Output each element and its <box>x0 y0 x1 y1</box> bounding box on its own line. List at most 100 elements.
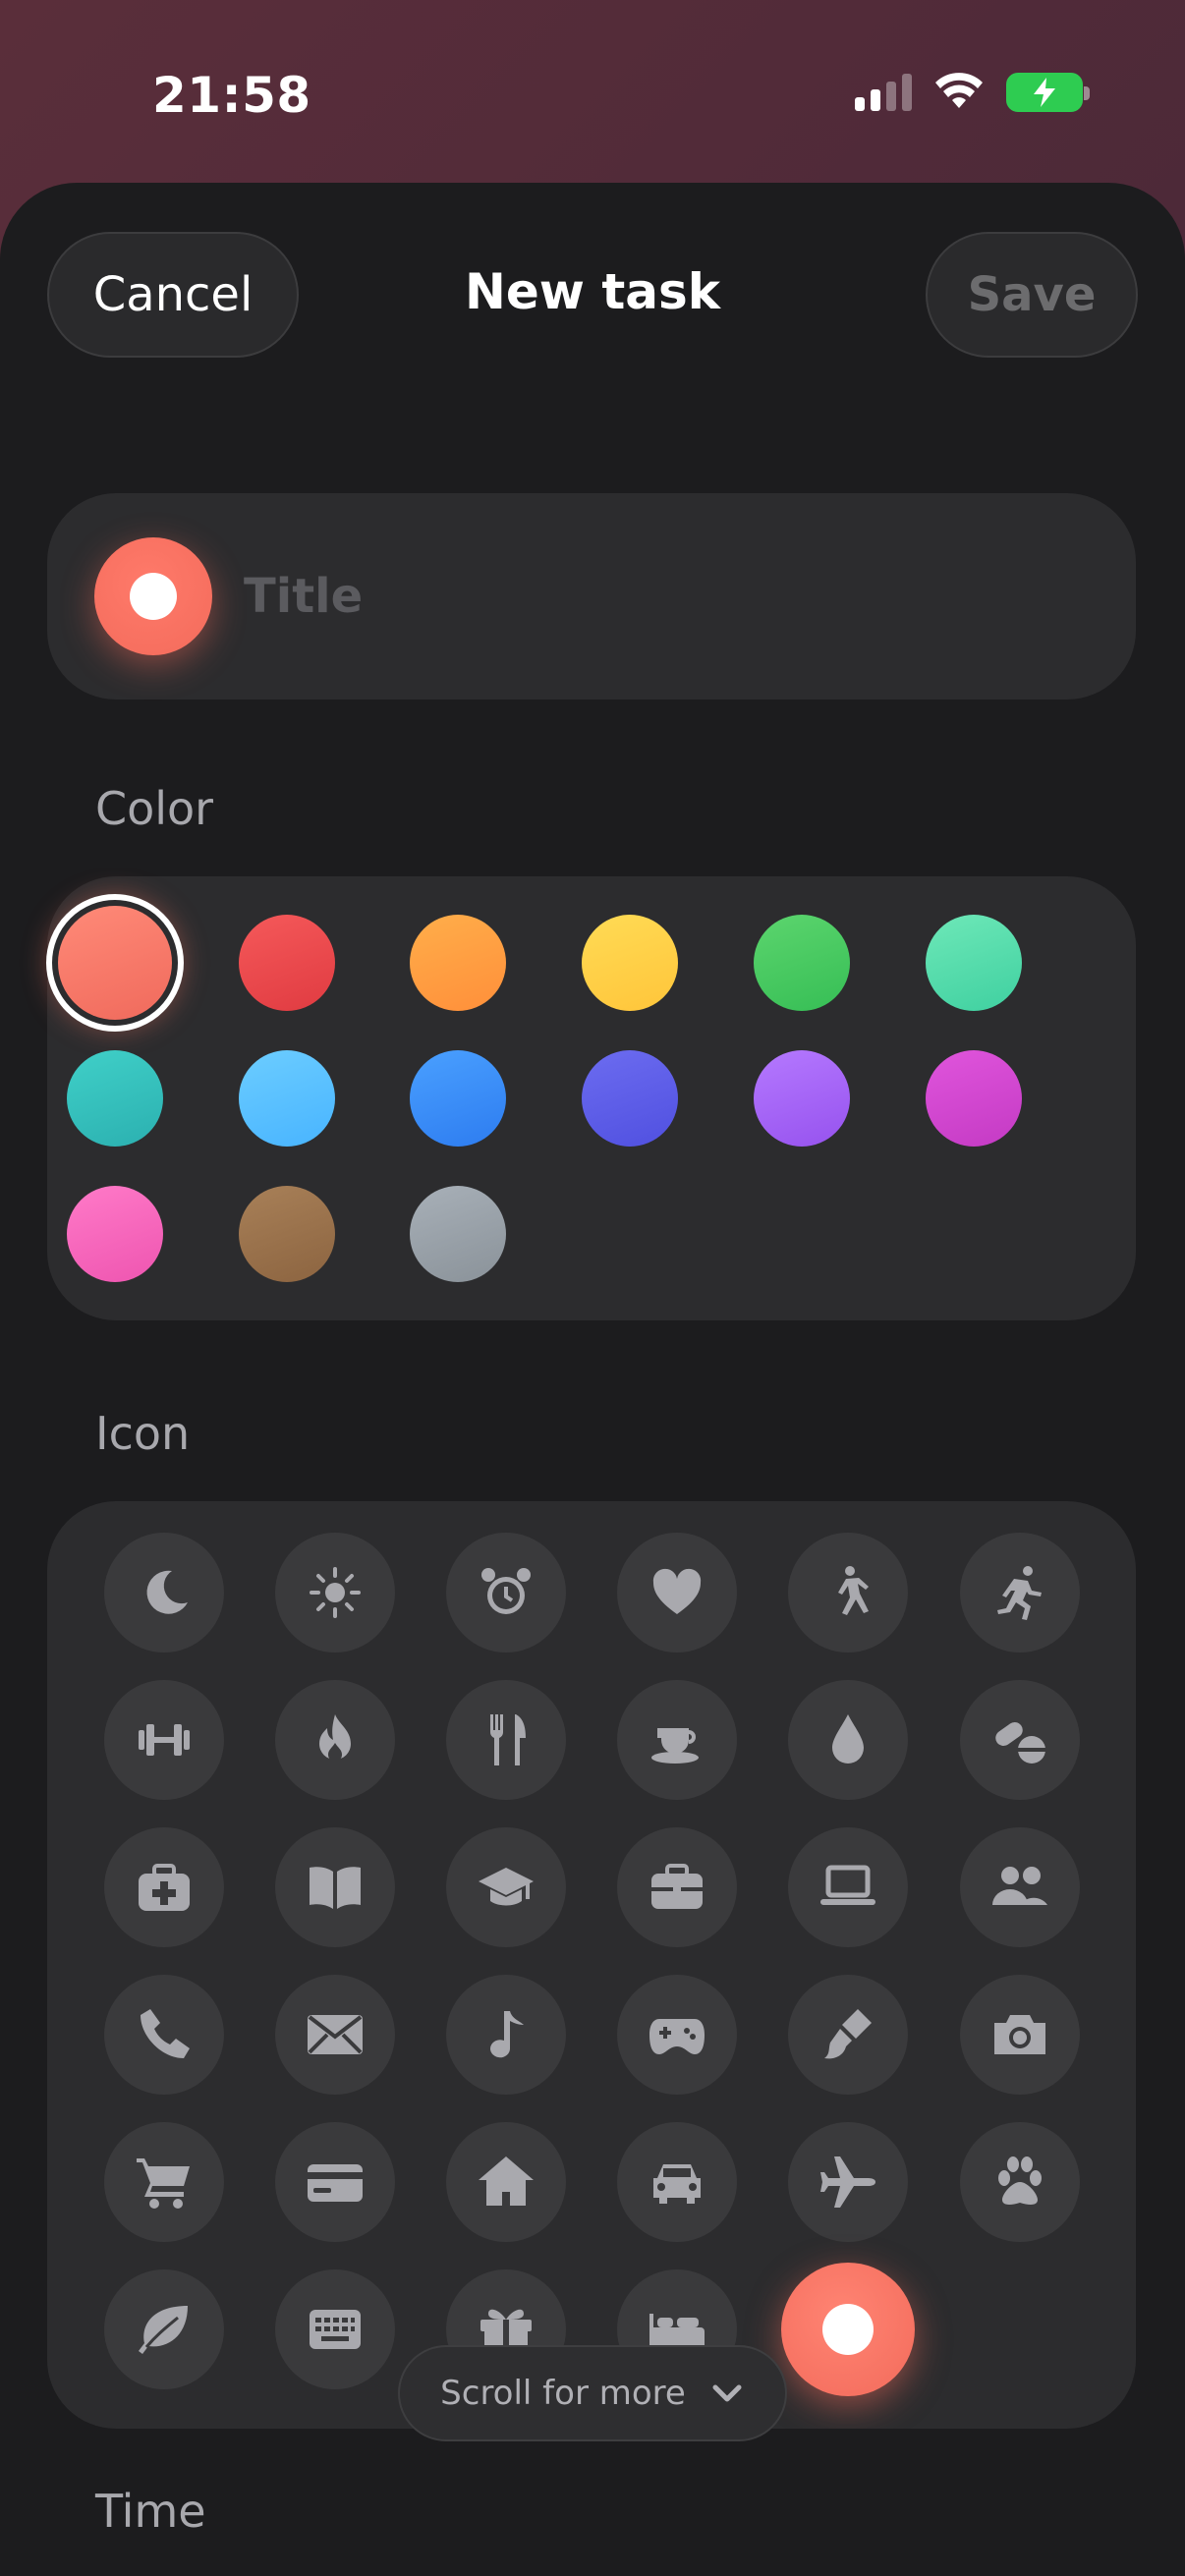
graduation-cap-icon <box>479 1868 534 1906</box>
new-task-sheet: Cancel New task Save Color Icon Time <box>0 183 1185 2576</box>
title-card <box>47 493 1136 700</box>
alarm-clock-icon <box>481 1568 531 1614</box>
icon-picker <box>47 1501 1136 2429</box>
color-swatch-indigo[interactable] <box>582 1050 678 1147</box>
icon-option-sun[interactable] <box>275 1533 395 1652</box>
icon-option-pills[interactable] <box>960 1680 1080 1800</box>
status-bar: 21:58 <box>0 0 1185 182</box>
scroll-for-more-button[interactable]: Scroll for more <box>398 2345 787 2441</box>
color-swatch-purple[interactable] <box>754 1050 850 1147</box>
color-swatch-mint[interactable] <box>926 915 1022 1011</box>
color-swatch-brown[interactable] <box>239 1186 335 1282</box>
icon-option-alarm-clock[interactable] <box>446 1533 566 1652</box>
moon-icon <box>146 1570 188 1614</box>
airplane-icon <box>820 2156 875 2208</box>
heart-icon <box>652 1568 702 1614</box>
scroll-hint-label: Scroll for more <box>440 2374 686 2413</box>
icon-option-paw[interactable] <box>960 2122 1080 2242</box>
icon-option-shopping-cart[interactable] <box>104 2122 224 2242</box>
water-drop-icon <box>832 1714 864 1764</box>
paintbrush-icon <box>824 2009 872 2059</box>
sun-icon <box>310 1567 361 1618</box>
keyboard-icon <box>310 2310 361 2349</box>
fork-knife-icon <box>489 1714 526 1765</box>
color-swatch-sky[interactable] <box>239 1050 335 1147</box>
icon-option-car[interactable] <box>617 2122 737 2242</box>
selected-color-preview <box>94 537 212 655</box>
book-icon <box>310 1867 361 1909</box>
icon-option-fork-knife[interactable] <box>446 1680 566 1800</box>
medical-kit-icon <box>139 1864 190 1911</box>
laptop-icon <box>820 1865 875 1905</box>
color-picker <box>46 876 1136 1320</box>
pills-icon <box>995 1721 1045 1764</box>
icon-option-house[interactable] <box>446 2122 566 2242</box>
icon-option-heart[interactable] <box>617 1533 737 1652</box>
flame-icon <box>319 1714 351 1762</box>
icon-option-water-drop[interactable] <box>788 1680 908 1800</box>
credit-card-icon <box>308 2164 363 2202</box>
selected-dot-icon <box>822 2304 874 2355</box>
music-note-icon <box>490 2011 524 2058</box>
envelope-icon <box>308 2015 363 2054</box>
icon-section-label: Icon <box>95 1407 191 1460</box>
icon-option-laptop[interactable] <box>788 1827 908 1947</box>
color-swatch-teal[interactable] <box>67 1050 163 1147</box>
battery-charging-icon <box>1006 73 1090 112</box>
icon-option-graduation-cap[interactable] <box>446 1827 566 1947</box>
icon-option-medical-kit[interactable] <box>104 1827 224 1947</box>
icon-option-moon[interactable] <box>104 1533 224 1652</box>
icon-option-gamepad[interactable] <box>617 1975 737 2095</box>
paw-icon <box>998 2156 1042 2205</box>
shopping-cart-icon <box>137 2158 190 2209</box>
dumbbell-icon <box>139 1724 190 1756</box>
icon-option-credit-card[interactable] <box>275 2122 395 2242</box>
color-swatch-coral[interactable] <box>46 894 184 1032</box>
icon-option-coffee-cup[interactable] <box>617 1680 737 1800</box>
color-swatch-orange[interactable] <box>410 915 506 1011</box>
icon-option-selected[interactable] <box>781 2263 915 2396</box>
save-button[interactable]: Save <box>926 232 1138 358</box>
color-swatch-blue[interactable] <box>410 1050 506 1147</box>
color-section-label: Color <box>95 782 214 835</box>
icon-option-paintbrush[interactable] <box>788 1975 908 2095</box>
icon-option-running[interactable] <box>960 1533 1080 1652</box>
car-icon <box>653 2164 701 2204</box>
leaf-icon <box>139 2306 188 2354</box>
icon-option-dumbbell[interactable] <box>104 1680 224 1800</box>
gamepad-icon <box>649 2019 705 2054</box>
icon-option-flame[interactable] <box>275 1680 395 1800</box>
title-input[interactable] <box>244 562 1089 631</box>
icon-option-music-note[interactable] <box>446 1975 566 2095</box>
color-swatch-gray[interactable] <box>410 1186 506 1282</box>
icon-option-walking[interactable] <box>788 1533 908 1652</box>
cellular-signal-icon <box>855 74 912 111</box>
walking-icon <box>838 1566 869 1615</box>
color-swatch-pink[interactable] <box>67 1186 163 1282</box>
icon-option-book[interactable] <box>275 1827 395 1947</box>
color-swatch-magenta[interactable] <box>926 1050 1022 1147</box>
icon-option-envelope[interactable] <box>275 1975 395 2095</box>
chevron-down-icon <box>712 2384 742 2402</box>
status-icons <box>855 73 1090 112</box>
wifi-icon <box>935 73 983 108</box>
people-icon <box>992 1867 1047 1905</box>
icon-option-airplane[interactable] <box>788 2122 908 2242</box>
icon-option-keyboard[interactable] <box>275 2269 395 2389</box>
icon-option-briefcase[interactable] <box>617 1827 737 1947</box>
running-icon <box>997 1566 1042 1620</box>
briefcase-icon <box>651 1864 703 1909</box>
coffee-cup-icon <box>651 1728 699 1764</box>
phone-icon <box>141 2009 190 2058</box>
status-time: 21:58 <box>152 67 311 124</box>
icon-option-phone[interactable] <box>104 1975 224 2095</box>
color-swatch-red[interactable] <box>239 915 335 1011</box>
time-section-label: Time <box>95 2485 206 2538</box>
color-swatch-green[interactable] <box>754 915 850 1011</box>
house-icon <box>479 2156 534 2206</box>
color-swatch-yellow[interactable] <box>582 915 678 1011</box>
icon-option-camera[interactable] <box>960 1975 1080 2095</box>
camera-icon <box>994 2015 1045 2054</box>
icon-option-leaf[interactable] <box>104 2269 224 2389</box>
icon-option-people[interactable] <box>960 1827 1080 1947</box>
